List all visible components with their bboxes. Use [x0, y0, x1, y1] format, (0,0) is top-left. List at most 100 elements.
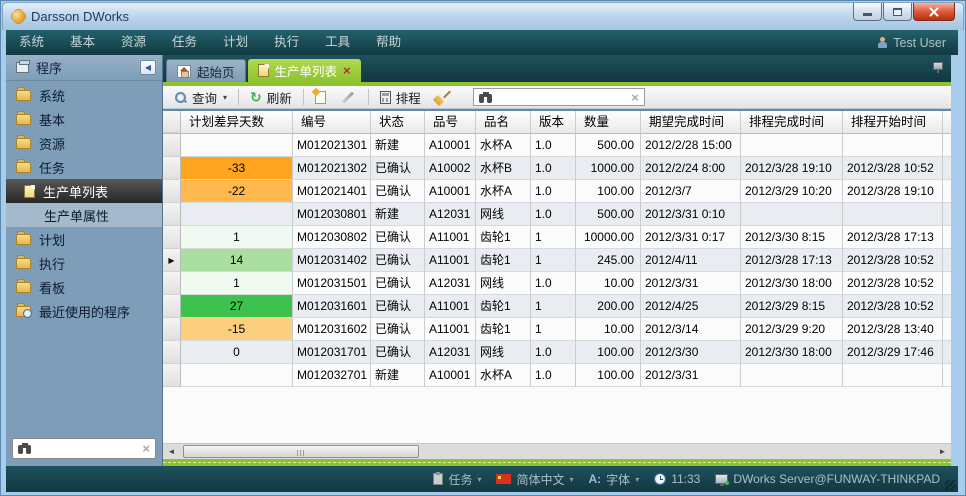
- caret-down-icon[interactable]: ▾: [569, 475, 573, 484]
- status-clipboard[interactable]: 任务▾: [433, 471, 481, 488]
- table-row[interactable]: M012021301新建A10001水杯A1.0500.002012/2/28 …: [163, 134, 951, 157]
- tab-1[interactable]: 生产单列表×: [248, 59, 361, 82]
- scrollbar-thumb[interactable]: [183, 445, 419, 458]
- cell-item_name: 水杯A: [476, 180, 531, 203]
- scroll-left-button[interactable]: ◄: [163, 444, 180, 459]
- menu-item-1[interactable]: 基本: [57, 30, 108, 55]
- toolbar-search-input[interactable]: [498, 89, 626, 105]
- menu-item-3[interactable]: 任务: [159, 30, 210, 55]
- cell-diff: 27: [181, 295, 293, 318]
- horizontal-scrollbar[interactable]: ◄ ►: [163, 443, 951, 459]
- sidebar-item-0[interactable]: 系统: [6, 83, 162, 107]
- query-button[interactable]: 查询 ▾: [169, 86, 232, 109]
- toolbar-search-clear-icon[interactable]: ×: [631, 91, 639, 104]
- scroll-right-button[interactable]: ►: [934, 444, 951, 459]
- table-row[interactable]: -15M012031602已确认A11001齿轮1110.002012/3/14…: [163, 318, 951, 341]
- status-flag[interactable]: 简体中文▾: [496, 471, 573, 488]
- table-row[interactable]: 27M012031601已确认A11001齿轮11200.002012/4/25…: [163, 295, 951, 318]
- bottom-splitter[interactable]: [163, 459, 951, 466]
- maximize-button[interactable]: [883, 3, 912, 21]
- menu-item-4[interactable]: 计划: [210, 30, 261, 55]
- column-header-qty[interactable]: 数量: [576, 111, 641, 133]
- statusbar: 任务▾ 简体中文▾ A:字体▾ 11:33 DWorks Server@FUNWAY-T…: [6, 466, 958, 492]
- column-header-status[interactable]: 状态: [371, 111, 425, 133]
- row-header-cell[interactable]: [163, 364, 181, 387]
- user-indicator[interactable]: Test User: [877, 36, 958, 50]
- sidebar-item-8[interactable]: 看板: [6, 275, 162, 299]
- table-row[interactable]: 1M012030802已确认A11001齿轮1110000.002012/3/3…: [163, 226, 951, 249]
- cell-sched_start: 2012/3/28 10:52: [843, 157, 943, 180]
- status-clock[interactable]: 11:33: [654, 472, 700, 486]
- new-button[interactable]: [310, 89, 331, 106]
- column-header-sched_start[interactable]: 排程开始时间: [843, 111, 943, 133]
- clean-button[interactable]: [429, 88, 454, 107]
- row-header-cell[interactable]: [163, 272, 181, 295]
- cell-expected_finish: 2012/3/31 0:17: [641, 226, 741, 249]
- edit-button[interactable]: [334, 94, 362, 101]
- pin-icon[interactable]: [933, 62, 943, 70]
- cell-qty: 200.00: [576, 295, 641, 318]
- cell-status: 已确认: [371, 341, 425, 364]
- cell-diff: 1: [181, 272, 293, 295]
- sidebar-item-5[interactable]: 生产单属性: [6, 203, 162, 227]
- cell-item_no: A12031: [425, 203, 476, 226]
- menu-item-7[interactable]: 帮助: [363, 30, 414, 55]
- tab-0[interactable]: 起始页: [166, 59, 246, 82]
- table-row[interactable]: -33M012021302已确认A10002水杯B1.01000.002012/…: [163, 157, 951, 180]
- row-header-cell[interactable]: [163, 226, 181, 249]
- table-row[interactable]: 1M012031501已确认A12031网线1.010.002012/3/312…: [163, 272, 951, 295]
- column-header-flag[interactable]: 首: [943, 111, 951, 133]
- column-header-expected_finish[interactable]: 期望完成时间: [641, 111, 741, 133]
- row-header-cell[interactable]: [163, 203, 181, 226]
- sidebar-item-4[interactable]: 生产单列表: [6, 179, 162, 203]
- table-row[interactable]: M012032701新建A10001水杯A1.0100.002012/3/31: [163, 364, 951, 387]
- sidebar-collapse-button[interactable]: ◀: [140, 60, 156, 75]
- menu-item-6[interactable]: 工具: [312, 30, 363, 55]
- toolbar-separator: [303, 89, 304, 105]
- sidebar-search-clear-icon[interactable]: ×: [142, 442, 150, 455]
- selected-row-marker[interactable]: ▶: [163, 249, 181, 272]
- folder-icon: [16, 114, 31, 125]
- caret-down-icon[interactable]: ▾: [477, 475, 481, 484]
- column-header-code[interactable]: 编号: [293, 111, 371, 133]
- status-server[interactable]: DWorks Server@FUNWAY-THINKPAD: [715, 472, 940, 486]
- row-header-cell[interactable]: [163, 134, 181, 157]
- query-label: 查询: [192, 88, 217, 107]
- row-header-cell[interactable]: [163, 318, 181, 341]
- row-header-cell[interactable]: [163, 295, 181, 318]
- column-header-item_name[interactable]: 品名: [476, 111, 531, 133]
- minimize-button[interactable]: [853, 3, 882, 21]
- table-row[interactable]: -22M012021401已确认A10001水杯A1.0100.002012/3…: [163, 180, 951, 203]
- column-header-version[interactable]: 版本: [531, 111, 576, 133]
- sidebar-item-9[interactable]: 最近使用的程序: [6, 299, 162, 323]
- row-header-cell[interactable]: [163, 157, 181, 180]
- cell-sched_start: 2012/3/28 10:52: [843, 295, 943, 318]
- cell-item_no: A12031: [425, 272, 476, 295]
- sidebar-item-7[interactable]: 执行: [6, 251, 162, 275]
- row-header-cell[interactable]: [163, 341, 181, 364]
- column-header-diff[interactable]: 计划差异天数: [181, 111, 293, 133]
- menu-item-5[interactable]: 执行: [261, 30, 312, 55]
- column-header-item_no[interactable]: 品号: [425, 111, 476, 133]
- refresh-button[interactable]: ↻ 刷新: [245, 86, 297, 109]
- table-row[interactable]: 0M012031701已确认A12031网线1.0100.002012/3/30…: [163, 341, 951, 364]
- resize-grip[interactable]: [945, 480, 955, 490]
- sidebar-item-2[interactable]: 资源: [6, 131, 162, 155]
- sidebar-item-1[interactable]: 基本: [6, 107, 162, 131]
- menu-item-0[interactable]: 系统: [6, 30, 57, 55]
- sidebar-item-3[interactable]: 任务: [6, 155, 162, 179]
- menu-item-2[interactable]: 资源: [108, 30, 159, 55]
- row-header-cell[interactable]: [163, 180, 181, 203]
- caret-down-icon[interactable]: ▾: [635, 475, 639, 484]
- table-row[interactable]: ▶14M012031402已确认A11001齿轮11245.002012/4/1…: [163, 249, 951, 272]
- status-font[interactable]: A:字体▾: [589, 471, 640, 488]
- column-header-sched_finish[interactable]: 排程完成时间: [741, 111, 843, 133]
- query-caret-icon[interactable]: ▾: [223, 93, 227, 102]
- schedule-button[interactable]: 排程: [375, 86, 426, 109]
- sidebar-search-input[interactable]: [37, 441, 137, 457]
- tab-close-icon[interactable]: ×: [343, 64, 351, 77]
- sidebar-item-6[interactable]: 计划: [6, 227, 162, 251]
- table-row[interactable]: M012030801新建A12031网线1.0500.002012/3/31 0…: [163, 203, 951, 226]
- close-button[interactable]: [913, 3, 955, 21]
- cell-code: M012021401: [293, 180, 371, 203]
